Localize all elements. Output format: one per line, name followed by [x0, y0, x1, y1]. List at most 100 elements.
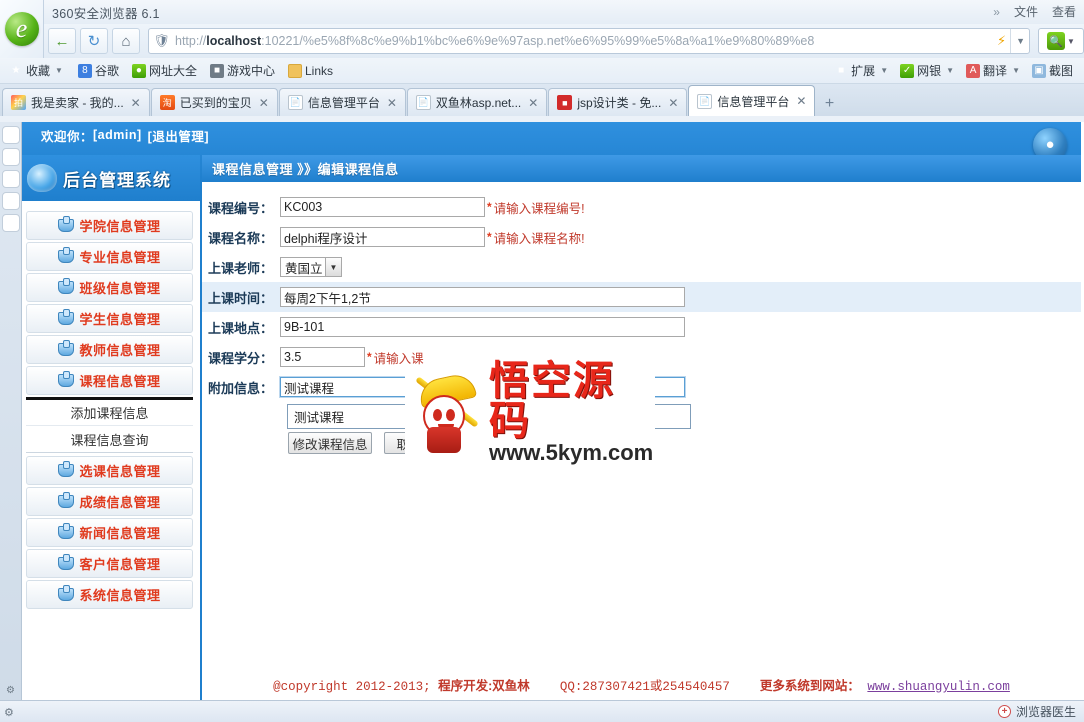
- sidebar-item-label: 新闻信息管理: [79, 526, 161, 541]
- course-code-input[interactable]: [280, 197, 485, 217]
- teacher-select[interactable]: 黄国立 ▼: [280, 257, 342, 277]
- sidebar-item-class[interactable]: 班级信息管理: [26, 273, 193, 302]
- bookmark-label: Links: [304, 63, 333, 78]
- hand-cursor-icon: [58, 523, 75, 539]
- submit-button[interactable]: 修改课程信息: [288, 432, 372, 454]
- field-label: 课程学分：: [207, 350, 273, 366]
- chevron-down-icon[interactable]: ▼: [1067, 37, 1075, 46]
- sidebar-item-course[interactable]: 课程信息管理: [26, 366, 193, 395]
- chevron-down-icon[interactable]: ▼: [946, 66, 954, 75]
- footer-qq: QQ:287307421或254540457: [559, 680, 730, 694]
- submenu-query-course[interactable]: 课程信息查询: [26, 426, 193, 452]
- toolbar-screenshot[interactable]: ▣ 截图: [1027, 60, 1078, 81]
- tab-5-active[interactable]: 📄 信息管理平台 ✕: [688, 85, 816, 116]
- bookmark-favorites[interactable]: ★ 收藏 ▼: [4, 60, 70, 81]
- lightning-icon[interactable]: ⚡: [997, 33, 1006, 49]
- address-bar[interactable]: 🛡 http://localhost:10221/%e5%8f%8c%e9%b1…: [148, 28, 1030, 54]
- wechat-icon[interactable]: ●: [1, 148, 20, 166]
- toolbar-extensions[interactable]: ■ 扩展 ▼: [829, 60, 895, 81]
- class-place-input[interactable]: [280, 317, 685, 337]
- toolbar-online-bank[interactable]: ✓ 网银 ▼: [895, 60, 961, 81]
- menu-file[interactable]: 文件: [1014, 3, 1038, 20]
- tab-2[interactable]: 📄 信息管理平台 ✕: [278, 88, 406, 116]
- sidebar-item-label: 成绩信息管理: [79, 495, 161, 510]
- logout-link[interactable]: [退出管理]: [148, 126, 209, 145]
- credits-input[interactable]: [280, 347, 365, 367]
- chevrons-right-icon[interactable]: »: [993, 5, 1000, 19]
- chevron-down-icon[interactable]: ▼: [880, 66, 888, 75]
- chevron-down-icon[interactable]: ▼: [55, 66, 63, 75]
- tab-close-icon[interactable]: ✕: [666, 96, 680, 110]
- folder-icon: [287, 63, 302, 78]
- title-menu-group: » 文件 查看: [993, 3, 1076, 20]
- hand-cursor-icon: [58, 278, 75, 294]
- game-icon[interactable]: ◉: [1, 192, 20, 210]
- status-left-icon[interactable]: ⚙: [4, 706, 14, 719]
- sidebar-item-college[interactable]: 学院信息管理: [26, 211, 193, 240]
- cancel-button[interactable]: 取消: [384, 432, 434, 454]
- favorites-icon[interactable]: ★: [1, 126, 20, 144]
- browser-doctor-label[interactable]: 浏览器医生: [1016, 703, 1076, 720]
- footer-more: 更多系统到网站：: [759, 679, 860, 693]
- required-asterisk: *: [367, 350, 372, 364]
- toolbar-translate[interactable]: A 翻译 ▼: [961, 60, 1027, 81]
- field-label: 上课老师：: [207, 260, 273, 276]
- sidebar-item-enrollment[interactable]: 选课信息管理: [26, 456, 193, 485]
- navigation-bar: ← ↻ ⌂ 🛡 http://localhost:10221/%e5%8f%8c…: [0, 24, 1084, 58]
- sidebar-item-label: 学生信息管理: [79, 312, 161, 327]
- new-tab-button[interactable]: +: [816, 92, 842, 116]
- tab-1[interactable]: 淘 已买到的宝贝 ✕: [150, 88, 278, 116]
- footer-site-link[interactable]: www.shuangyulin.com: [867, 680, 1010, 694]
- sidebar-item-news[interactable]: 新闻信息管理: [26, 518, 193, 547]
- tab-close-icon[interactable]: ✕: [385, 96, 399, 110]
- sidebar-item-grades[interactable]: 成绩信息管理: [26, 487, 193, 516]
- footer-dev: 程序开发:双鱼林: [438, 679, 530, 693]
- tab-3[interactable]: 📄 双鱼林asp.net... ✕: [406, 88, 548, 116]
- menu-view[interactable]: 查看: [1052, 3, 1076, 20]
- toolbar-label: 网银: [917, 64, 942, 78]
- sidebar-item-major[interactable]: 专业信息管理: [26, 242, 193, 271]
- taobao-icon: 淘: [159, 95, 175, 110]
- sidebar-item-system[interactable]: 系统信息管理: [26, 580, 193, 609]
- url-prefix: http://: [175, 34, 207, 48]
- chevron-down-icon[interactable]: ▼: [325, 258, 341, 276]
- bookmark-game-center[interactable]: ■ 游戏中心: [205, 60, 280, 81]
- tab-close-icon[interactable]: ✕: [257, 96, 271, 110]
- sidebar-menu: 学院信息管理 专业信息管理 班级信息管理 学生信息管理 教师信息管理 课程信息管…: [22, 205, 200, 609]
- bookmark-web-directory[interactable]: ● 网址大全: [127, 60, 202, 81]
- search-icon: 🔍: [1047, 32, 1066, 50]
- qq-icon[interactable]: ●: [1, 214, 20, 232]
- bookmark-google[interactable]: 8 谷歌: [73, 60, 124, 81]
- sidebar-item-customer[interactable]: 客户信息管理: [26, 549, 193, 578]
- class-time-input[interactable]: [280, 287, 685, 307]
- toolbar-label: 扩展: [851, 64, 876, 78]
- chevron-down-icon[interactable]: ▼: [1012, 66, 1020, 75]
- side-dock: ★ ● ♪ ◉ ● ⚙: [0, 122, 22, 700]
- search-button[interactable]: 🔍 ▼: [1038, 28, 1084, 54]
- course-edit-form: 课程编号： * 请输入课程编号! 课程名称： * 请输入课程名称!: [202, 182, 1081, 454]
- sidebar-item-label: 学院信息管理: [79, 219, 161, 234]
- bookmark-label: 收藏: [26, 64, 51, 78]
- refresh-button[interactable]: ↻: [80, 28, 108, 54]
- sidebar-item-student[interactable]: 学生信息管理: [26, 304, 193, 333]
- sidebar-item-label: 教师信息管理: [79, 343, 161, 358]
- hand-cursor-icon: [58, 461, 75, 477]
- submenu-add-course[interactable]: 添加课程信息: [26, 400, 193, 426]
- music-icon[interactable]: ♪: [1, 170, 20, 188]
- home-button[interactable]: ⌂: [112, 28, 140, 54]
- sidebar-item-teacher[interactable]: 教师信息管理: [26, 335, 193, 364]
- google-icon: 8: [77, 63, 92, 78]
- bookmarks-bar: ★ 收藏 ▼ 8 谷歌 ● 网址大全 ■ 游戏中心 Links ■ 扩展 ▼ ✓…: [0, 58, 1084, 84]
- bookmark-links-folder[interactable]: Links: [283, 62, 338, 80]
- extra-info-input[interactable]: [279, 376, 686, 398]
- url-rest: :10221/%e5%8f%8c%e9%b1%bc%e6%9e%97asp.ne…: [261, 34, 815, 48]
- tab-close-icon[interactable]: ✕: [526, 96, 540, 110]
- tab-4[interactable]: ■ jsp设计类 - 免... ✕: [548, 88, 688, 116]
- course-name-input[interactable]: [280, 227, 485, 247]
- chevron-down-icon[interactable]: ▼: [1010, 29, 1025, 53]
- tab-close-icon[interactable]: ✕: [794, 94, 808, 108]
- back-button[interactable]: ←: [48, 28, 76, 54]
- tab-close-icon[interactable]: ✕: [129, 96, 143, 110]
- tab-0[interactable]: 拍 我是卖家 - 我的... ✕: [2, 88, 150, 116]
- dock-settings-icon[interactable]: ⚙: [6, 685, 15, 696]
